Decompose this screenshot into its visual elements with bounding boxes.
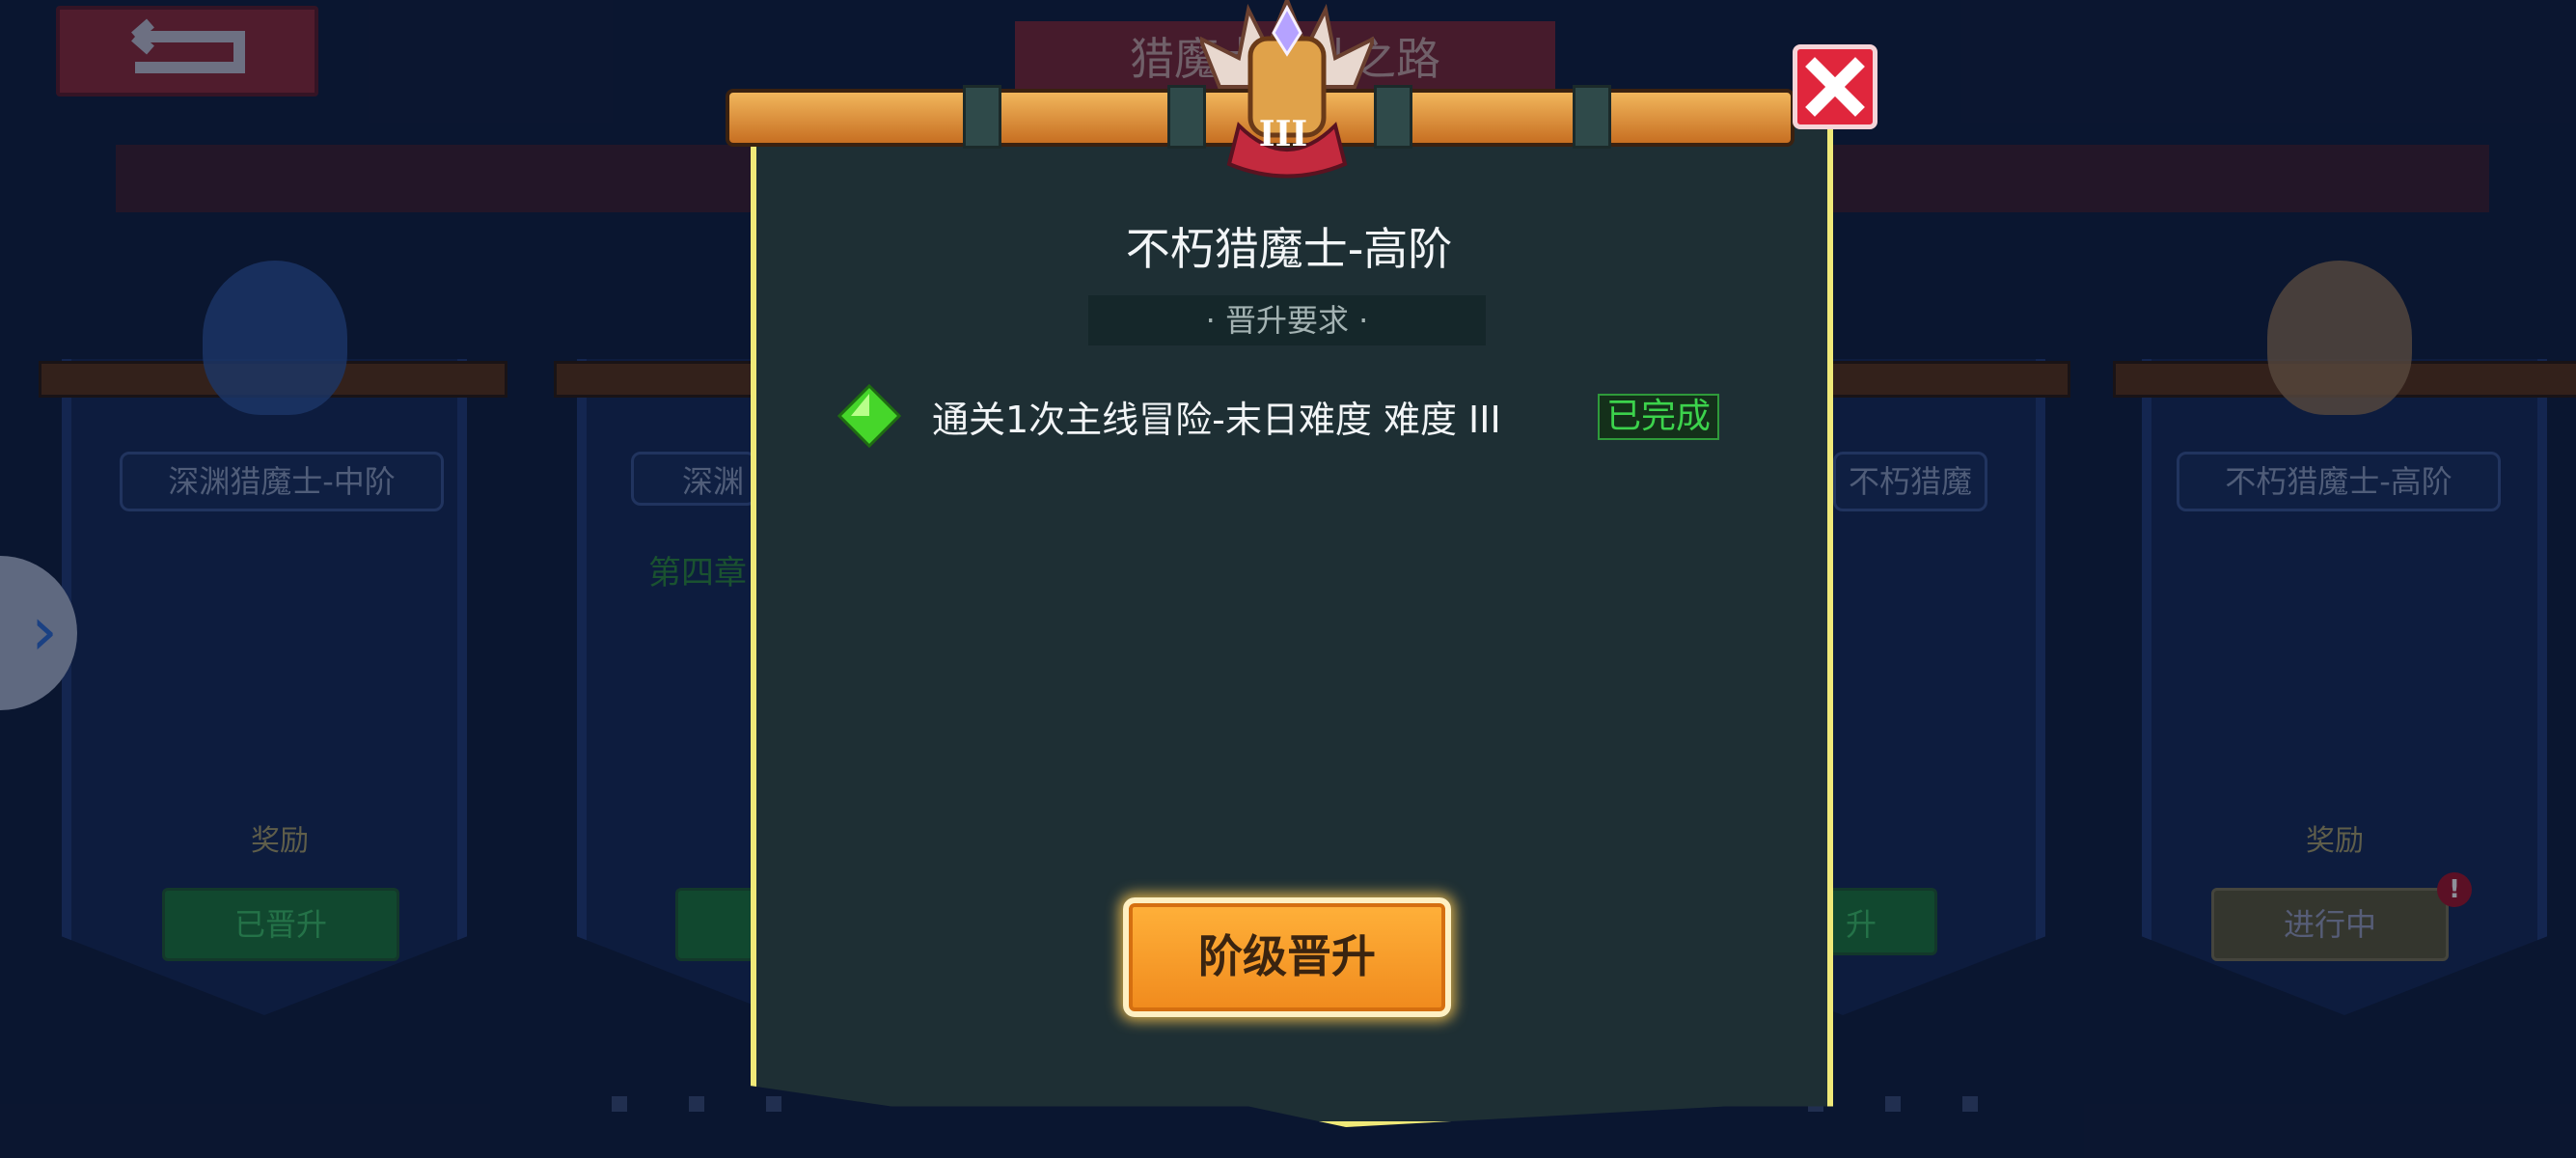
dialog-title: 不朽猎魔士-高阶 — [1125, 223, 1453, 275]
green-gem-icon — [837, 384, 901, 448]
completed-badge: 已完成 — [1598, 394, 1719, 440]
rank-numeral: III — [1258, 114, 1308, 154]
requirement-item: 通关1次主线冒险-末日难度 难度 III 已完成 — [837, 378, 1735, 455]
promote-button[interactable]: 阶级晋升 — [1123, 897, 1451, 1017]
requirement-header: · 晋升要求 · — [1088, 295, 1486, 345]
rod-ring — [1374, 85, 1412, 149]
rank-emblem-icon — [1200, 0, 1374, 179]
close-icon — [1805, 57, 1865, 117]
close-button[interactable] — [1793, 44, 1877, 129]
rod-ring — [963, 85, 1001, 149]
requirement-text: 通关1次主线冒险-末日难度 难度 III — [932, 399, 1501, 441]
rod-ring — [1573, 85, 1611, 149]
